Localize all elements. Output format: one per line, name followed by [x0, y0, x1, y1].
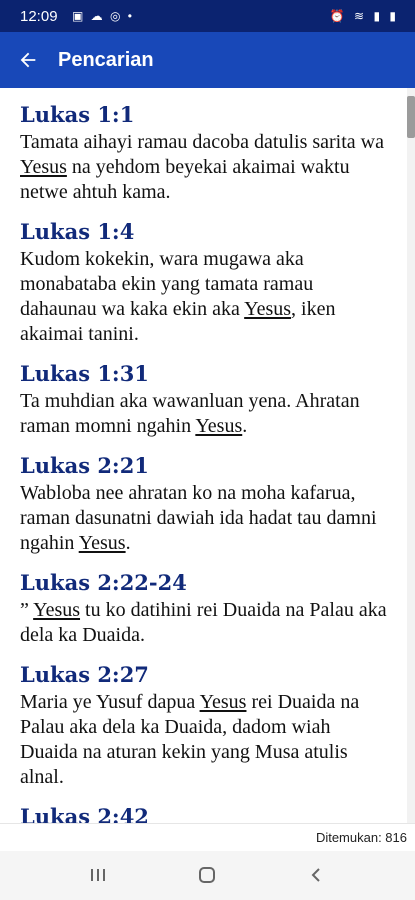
notification-icons: ▣ ☁ ◎ •	[72, 9, 135, 23]
result-text: Ta muhdian aka wawanluan yena. Ahratan r…	[20, 390, 360, 437]
result-reference: Lukas 2:27	[20, 662, 149, 687]
result-text: Tamata aihayi ramau dacoba datulis sarit…	[20, 131, 384, 203]
result-item[interactable]: Lukas 1:31 Ta muhdian aka wawanluan yena…	[0, 361, 407, 439]
match-highlight: Yesus	[199, 691, 247, 713]
result-item[interactable]: Lukas 2:21 Wabloba nee ahratan ko na moh…	[0, 453, 407, 556]
result-item[interactable]: Lukas 2:27 Maria ye Yusuf dapua Yesus re…	[0, 662, 407, 790]
match-highlight: Yesus	[195, 415, 243, 437]
back-nav-button[interactable]	[304, 863, 328, 887]
chevron-left-icon	[311, 868, 320, 882]
result-item[interactable]: Lukas 2:22-24 ” Yesus tu ko datihini rei…	[0, 570, 407, 648]
result-reference: Lukas 1:31	[20, 361, 149, 386]
back-arrow-icon	[20, 52, 36, 68]
match-highlight: Yesus	[78, 532, 126, 554]
home-icon	[199, 867, 215, 883]
app-bar: Pencarian	[0, 32, 415, 88]
scrollbar-thumb[interactable]	[407, 96, 415, 138]
result-text: ” Yesus tu ko datihini rei Duaida na Pal…	[20, 599, 387, 646]
match-highlight: Yesus	[20, 156, 67, 178]
result-text: Wabloba nee ahratan ko na moha kafarua, …	[20, 482, 377, 554]
system-nav-bar	[0, 851, 415, 900]
back-button[interactable]	[12, 44, 44, 76]
result-reference: Lukas 2:21	[20, 453, 149, 478]
recent-apps-button[interactable]	[86, 863, 110, 887]
result-reference: Lukas 2:42	[20, 804, 149, 823]
result-item[interactable]: Lukas 1:4 Kudom kokekin, wara mugawa aka…	[0, 219, 407, 347]
scrollbar-track[interactable]	[407, 88, 415, 823]
result-text: Maria ye Yusuf dapua Yesus rei Duaida na…	[20, 691, 360, 788]
home-button[interactable]	[195, 863, 219, 887]
system-icons: ⏰ ≋ ▮ ▮	[329, 9, 399, 23]
recents-icon	[91, 869, 105, 881]
result-item[interactable]: Lukas 2:42	[0, 804, 407, 823]
results-list[interactable]: Lukas 1:1 Tamata aihayi ramau dacoba dat…	[0, 88, 407, 823]
result-reference: Lukas 1:1	[20, 102, 135, 127]
match-highlight: Yesus	[244, 298, 292, 320]
status-bar: 12:09 ▣ ☁ ◎ • ⏰ ≋ ▮ ▮	[0, 0, 415, 32]
results-footer: Ditemukan: 816	[0, 823, 415, 852]
match-highlight: Yesus	[33, 599, 81, 621]
page-title: Pencarian	[58, 49, 154, 71]
result-item[interactable]: Lukas 1:1 Tamata aihayi ramau dacoba dat…	[0, 102, 407, 205]
found-count: Ditemukan: 816	[315, 830, 407, 845]
status-time: 12:09	[20, 8, 58, 25]
result-reference: Lukas 1:4	[20, 219, 135, 244]
result-reference: Lukas 2:22-24	[20, 570, 187, 595]
result-text: Kudom kokekin, wara mugawa aka monabatab…	[20, 248, 336, 345]
